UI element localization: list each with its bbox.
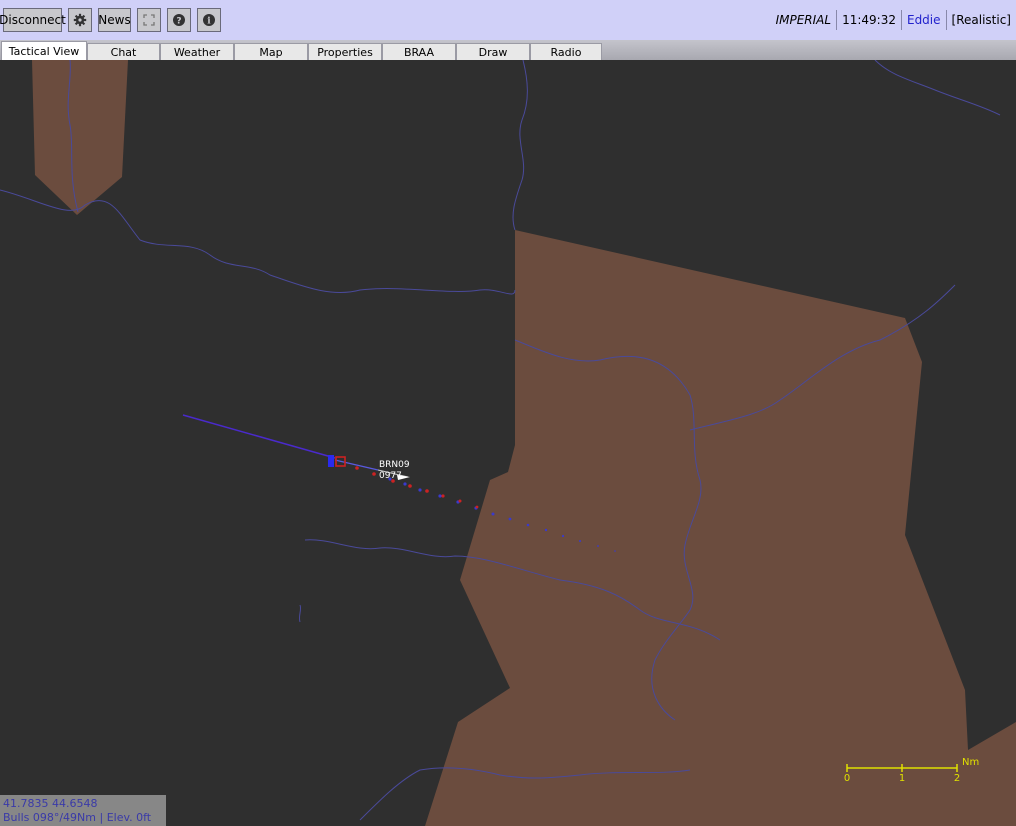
status-bar: IMPERIAL 11:49:32 Eddie [Realistic] xyxy=(771,9,1016,31)
disconnect-button[interactable]: Disconnect xyxy=(0,8,66,32)
unit-callsign-label: BRN09 xyxy=(379,460,410,470)
expand-icon xyxy=(143,14,155,26)
tab-draw[interactable]: Draw xyxy=(456,43,530,60)
scale-unit: Nm xyxy=(962,757,979,768)
tab-bar: Tactical View Chat Weather Map Propertie… xyxy=(0,40,1016,60)
question-icon: ? xyxy=(173,14,185,27)
tab-braa[interactable]: BRAA xyxy=(382,43,456,60)
svg-text:?: ? xyxy=(176,17,181,27)
coalition-label: IMPERIAL xyxy=(775,13,832,27)
tab-radio[interactable]: Radio xyxy=(530,43,602,60)
latlon-readout: 41.7835 44.6548 xyxy=(3,797,98,810)
gear-icon xyxy=(73,13,87,27)
info-button[interactable]: i xyxy=(197,8,221,32)
settings-button[interactable] xyxy=(68,8,92,32)
tab-properties[interactable]: Properties xyxy=(308,43,382,60)
info-icon: i xyxy=(203,14,215,27)
scale-tick-1: 1 xyxy=(899,773,905,784)
help-button[interactable]: ? xyxy=(167,8,191,32)
tab-weather[interactable]: Weather xyxy=(160,43,234,60)
fullscreen-button[interactable] xyxy=(137,8,161,32)
bulls-readout: Bulls 098°/49Nm | Elev. 0ft xyxy=(3,811,152,824)
tactical-map[interactable]: BRN09 0977 0 1 2 Nm xyxy=(0,60,1016,826)
cursor-coordinates: 41.7835 44.6548 Bulls 098°/49Nm | Elev. … xyxy=(0,795,166,826)
tab-tactical-view[interactable]: Tactical View xyxy=(1,41,87,60)
user-link[interactable]: Eddie xyxy=(900,10,946,30)
svg-text:i: i xyxy=(207,17,211,27)
clock-label: 11:49:32 xyxy=(836,10,901,30)
tab-map[interactable]: Map xyxy=(234,43,308,60)
tab-chat[interactable]: Chat xyxy=(87,43,160,60)
scale-tick-0: 0 xyxy=(844,773,850,784)
news-button[interactable]: News xyxy=(98,8,131,32)
unit-marker-blue xyxy=(328,455,334,467)
unit-altitude-label: 0977 xyxy=(379,471,402,481)
top-toolbar: Disconnect News ? i IMPERIAL 11:49:32 Ed… xyxy=(0,0,1016,40)
mode-label: [Realistic] xyxy=(945,10,1016,30)
scale-tick-2: 2 xyxy=(954,773,960,784)
